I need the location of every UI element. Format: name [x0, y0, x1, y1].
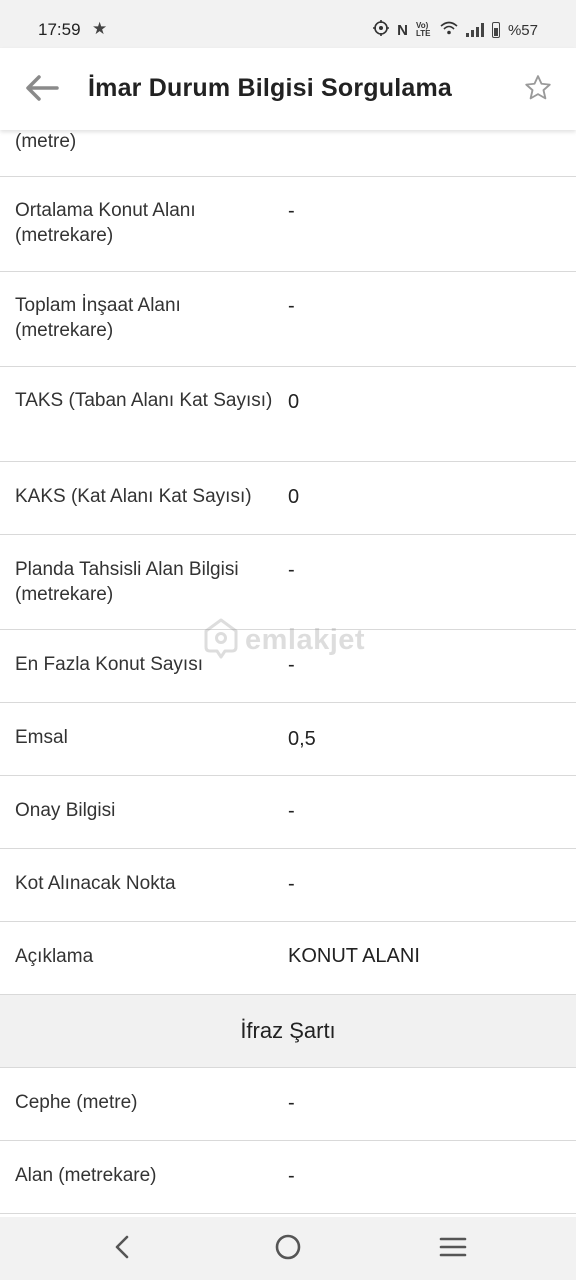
star-notification-icon: ★ — [92, 19, 108, 38]
battery-icon — [491, 22, 500, 38]
house-pin-icon — [203, 617, 239, 664]
star-outline-icon — [523, 73, 553, 108]
menu-lines-icon — [439, 1236, 467, 1263]
home-circle-icon — [274, 1233, 302, 1266]
list-row: KAKS (Kat Alanı Kat Sayısı) 0 — [0, 462, 576, 535]
list-row: Cephe (metre) - — [0, 1068, 576, 1141]
row-label: Toplam İnşaat Alanı (metrekare) — [15, 295, 181, 341]
list-row: Kot Alınacak Nokta - — [0, 849, 576, 922]
row-label: Açıklama — [15, 946, 94, 967]
row-value: 0 — [288, 391, 300, 413]
section-header-ifraz: İfraz Şartı — [0, 995, 576, 1068]
list-row: Planda Tahsisli Alan Bilgisi (metrekare)… — [0, 535, 576, 630]
row-label: Ortalama Konut Alanı (metrekare) — [15, 200, 196, 246]
list-row: Açıklama KONUT ALANI — [0, 922, 576, 995]
row-label: Cephe (metre) — [15, 1092, 138, 1113]
signal-icon — [465, 23, 484, 37]
row-value: 0,5 — [288, 728, 316, 750]
arrow-left-icon — [25, 74, 59, 106]
volte-icon: Vo) LTE — [415, 21, 431, 38]
list-row: Onay Bilgisi - — [0, 776, 576, 849]
location-target-icon — [373, 20, 390, 40]
status-bar: 17:59 ★ N Vo) LTE %57 — [0, 0, 576, 48]
nav-back-button[interactable] — [97, 1231, 147, 1267]
row-value: - — [288, 559, 295, 581]
row-value: - — [288, 295, 295, 317]
row-label: TAKS (Taban Alanı Kat Sayısı) — [15, 390, 273, 411]
status-time: 17:59 — [38, 20, 81, 39]
row-label: (metre) — [15, 131, 77, 152]
row-value: - — [288, 1165, 295, 1187]
row-label: Onay Bilgisi — [15, 800, 116, 821]
chevron-left-icon — [113, 1234, 131, 1265]
back-button[interactable] — [20, 70, 64, 110]
system-nav-bar — [0, 1217, 576, 1280]
nav-recents-button[interactable] — [428, 1231, 478, 1267]
watermark-text: emlakjet — [245, 624, 366, 656]
nfc-icon: N — [397, 21, 408, 39]
battery-percent: %57 — [507, 21, 538, 39]
row-label: Alan (metrekare) — [15, 1165, 157, 1186]
status-icons: N Vo) LTE %57 — [373, 20, 538, 40]
page-title: İmar Durum Bilgisi Sorgulama — [88, 74, 453, 102]
wifi-icon — [440, 21, 458, 39]
row-label: Emsal — [15, 727, 68, 748]
row-value: 0 — [288, 486, 300, 508]
list-row: Toplam İnşaat Alanı (metrekare) - — [0, 272, 576, 367]
watermark: emlakjet — [203, 617, 365, 664]
nav-home-button[interactable] — [263, 1231, 313, 1267]
row-label: Kot Alınacak Nokta — [15, 873, 176, 894]
list-row: Emsal 0,5 — [0, 703, 576, 776]
row-value: - — [288, 873, 295, 895]
row-value: - — [288, 200, 295, 222]
list-row: TAKS (Taban Alanı Kat Sayısı) 0 — [0, 367, 576, 462]
row-label: KAKS (Kat Alanı Kat Sayısı) — [15, 486, 252, 507]
row-value: - — [288, 1092, 295, 1114]
row-value: KONUT ALANI — [288, 945, 420, 967]
app-bar: İmar Durum Bilgisi Sorgulama — [0, 48, 576, 130]
row-label: Planda Tahsisli Alan Bilgisi (metrekare) — [15, 559, 239, 605]
row-value: - — [288, 800, 295, 822]
favorite-button[interactable] — [518, 70, 558, 110]
list-row: Alan (metrekare) - — [0, 1141, 576, 1214]
list-row: Ortalama Konut Alanı (metrekare) - — [0, 177, 576, 272]
